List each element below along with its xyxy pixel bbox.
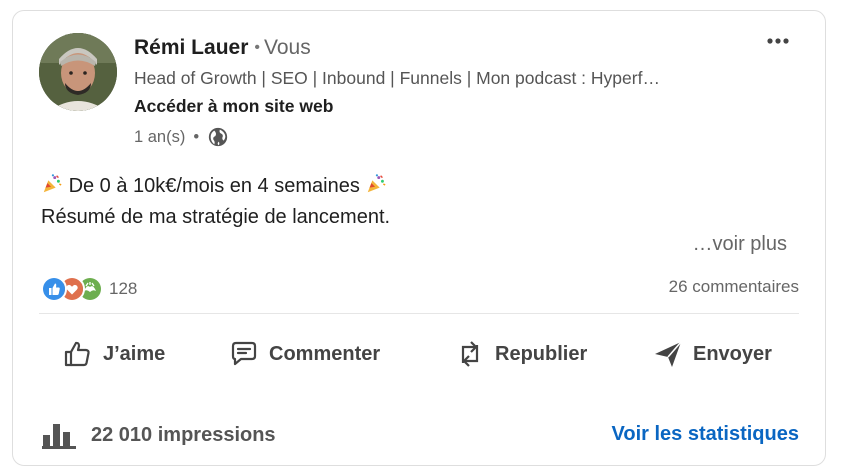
repost-icon	[461, 341, 479, 367]
post-line-1: De 0 à 10k€/mois en 4 semaines	[41, 171, 390, 202]
impressions[interactable]: 22 010 impressions	[41, 420, 276, 450]
post-card: Rémi Lauer • Vous Head of Growth | SEO | I…	[12, 10, 826, 466]
connection-degree: Vous	[263, 36, 311, 59]
author-name[interactable]: Rémi Lauer	[134, 36, 248, 59]
author-name-row: Rémi Lauer • Vous	[134, 36, 311, 60]
avatar[interactable]	[39, 33, 117, 111]
reactions-summary[interactable]: 128	[41, 276, 137, 302]
post-text: De 0 à 10k€/mois en 4 semaines Résumé de…	[41, 171, 390, 233]
party-popper-icon	[41, 173, 63, 195]
comments-count[interactable]: 26 commentaires	[669, 277, 799, 297]
post-line-2: Résumé de ma stratégie de lancement.	[41, 206, 391, 228]
like-button[interactable]: J’aime	[61, 337, 165, 371]
repost-button[interactable]: Republier	[453, 337, 587, 371]
divider	[39, 313, 799, 314]
like-label: J’aime	[103, 342, 166, 365]
post-line-1-text: De 0 à 10k€/mois en 4 semaines	[68, 175, 360, 197]
party-popper-icon	[365, 173, 387, 195]
impressions-label: 22 010 impressions	[91, 423, 276, 446]
like-reaction-icon	[41, 276, 67, 302]
more-icon[interactable]	[765, 29, 791, 49]
comment-label: Commenter	[269, 342, 381, 365]
view-stats-link[interactable]: Voir les statistiques	[612, 423, 799, 446]
comment-icon	[231, 341, 257, 366]
see-more-link[interactable]: …voir plus	[693, 233, 787, 256]
thumb-up-icon	[64, 341, 90, 367]
send-label: Envoyer	[693, 342, 772, 365]
reaction-count: 128	[109, 279, 138, 298]
post-meta: 1 an(s) •	[134, 126, 229, 148]
repost-label: Republier	[495, 342, 588, 365]
send-button[interactable]: Envoyer	[651, 337, 772, 371]
meta-dot: •	[193, 127, 200, 146]
action-bar: J’aime Commenter Republier Envoyer	[13, 337, 825, 379]
post-time: 1 an(s)	[134, 127, 186, 146]
website-link[interactable]: Accéder à mon site web	[134, 96, 333, 117]
comment-button[interactable]: Commenter	[227, 337, 380, 371]
name-separator: •	[254, 39, 260, 56]
globe-icon	[207, 126, 229, 148]
author-headline: Head of Growth | SEO | Inbound | Funnels…	[134, 68, 660, 88]
bar-chart-icon	[42, 424, 76, 449]
send-icon	[655, 341, 682, 367]
